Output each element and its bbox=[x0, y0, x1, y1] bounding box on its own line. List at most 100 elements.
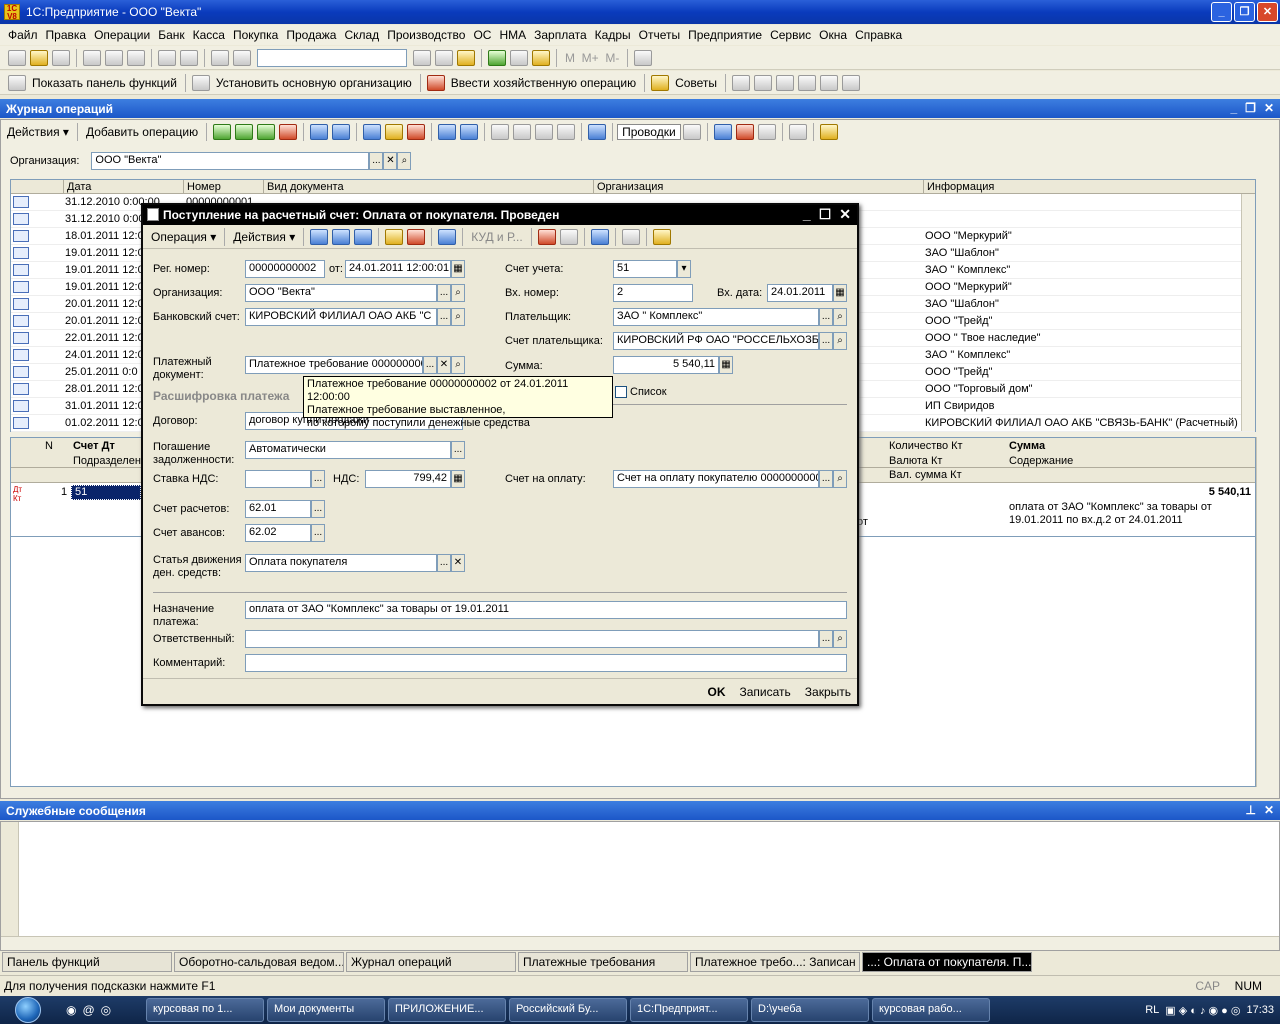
menu-item-6[interactable]: Продажа bbox=[282, 28, 340, 42]
cashflow-clear-icon[interactable]: ✕ bbox=[451, 554, 465, 572]
print-doc-icon-2[interactable] bbox=[559, 228, 578, 245]
settings-icon[interactable] bbox=[634, 49, 653, 66]
org-filter-input[interactable]: ООО "Векта" bbox=[91, 152, 370, 170]
menu-item-1[interactable]: Правка bbox=[42, 28, 91, 42]
print-icon[interactable] bbox=[158, 49, 176, 66]
journal-actions-menu[interactable]: Действия ▾ bbox=[3, 125, 73, 139]
clock[interactable]: 17:33 bbox=[1246, 1004, 1274, 1016]
taskbar-item[interactable]: D:\учеба bbox=[751, 998, 869, 1022]
menu-item-16[interactable]: Окна bbox=[815, 28, 851, 42]
undo-icon[interactable] bbox=[211, 49, 229, 66]
close-button[interactable]: ✕ bbox=[1257, 2, 1278, 22]
memory-buttons[interactable]: M M+ M- bbox=[565, 51, 619, 65]
clear-icon[interactable]: ✕ bbox=[383, 152, 398, 170]
save-icon[interactable] bbox=[52, 49, 70, 66]
post-icon[interactable] bbox=[385, 124, 404, 140]
debt-payoff-field[interactable]: Автоматически bbox=[245, 441, 451, 459]
quicklaunch-icon-1[interactable]: ◉ bbox=[66, 1003, 76, 1017]
preview-icon[interactable] bbox=[180, 49, 198, 66]
payment-doc-clear-icon[interactable]: ✕ bbox=[437, 356, 451, 374]
close-dialog-button[interactable]: Закрыть bbox=[805, 685, 851, 699]
operation-menu[interactable]: Операция ▾ bbox=[147, 230, 220, 244]
dt-kt-icon[interactable] bbox=[735, 124, 754, 140]
tips-button[interactable]: Советы bbox=[675, 76, 717, 90]
col-date[interactable]: Дата bbox=[63, 180, 183, 194]
menu-item-15[interactable]: Сервис bbox=[766, 28, 815, 42]
col-doctype[interactable]: Вид документа bbox=[263, 180, 593, 194]
responsible-search-icon[interactable]: ⌕ bbox=[833, 630, 847, 648]
filter-icon[interactable] bbox=[491, 124, 510, 140]
invoice-select-button[interactable]: ... bbox=[819, 470, 833, 488]
start-button[interactable] bbox=[0, 996, 56, 1024]
menu-item-10[interactable]: НМА bbox=[495, 28, 530, 42]
org-search-icon[interactable]: ⌕ bbox=[451, 284, 465, 302]
columns-doc-icon[interactable] bbox=[621, 228, 640, 245]
columns-icon[interactable] bbox=[788, 124, 807, 140]
sum-icon[interactable] bbox=[682, 124, 701, 140]
settlement-account-field[interactable]: 62.01 bbox=[245, 500, 311, 518]
menu-item-8[interactable]: Производство bbox=[383, 28, 469, 42]
menu-item-11[interactable]: Зарплата bbox=[530, 28, 591, 42]
menu-item-12[interactable]: Кадры bbox=[591, 28, 635, 42]
taskbar-item[interactable]: курсовая рабо... bbox=[872, 998, 990, 1022]
bank-search-icon[interactable]: ⌕ bbox=[451, 308, 465, 326]
sum-calculator-icon[interactable]: ▦ bbox=[719, 356, 733, 374]
invoice-field[interactable]: Счет на оплату покупателю 00000000002 bbox=[613, 470, 819, 488]
payer-account-select-button[interactable]: ... bbox=[819, 332, 833, 350]
org-select-button[interactable]: ... bbox=[437, 284, 451, 302]
taskbar-item[interactable]: ПРИЛОЖЕНИЕ... bbox=[388, 998, 506, 1022]
cut-icon[interactable] bbox=[83, 49, 101, 66]
interval-icon[interactable] bbox=[310, 124, 329, 140]
report-icon-6[interactable] bbox=[842, 74, 861, 91]
report-icon-5[interactable] bbox=[820, 74, 839, 91]
ok-button[interactable]: OK bbox=[708, 685, 726, 699]
responsible-field[interactable] bbox=[245, 630, 819, 648]
vat-field[interactable]: 799,42 bbox=[365, 470, 451, 488]
cashflow-item-field[interactable]: Оплата покупателя bbox=[245, 554, 437, 572]
print-doc-icon[interactable] bbox=[757, 124, 776, 140]
window-tab[interactable]: ...: Оплата от покупателя. П... bbox=[862, 952, 1032, 972]
paste-icon[interactable] bbox=[127, 49, 145, 66]
structure-icon[interactable] bbox=[438, 124, 457, 140]
window-tab[interactable]: Журнал операций bbox=[346, 952, 516, 972]
payer-select-button[interactable]: ... bbox=[819, 308, 833, 326]
unpost-icon[interactable] bbox=[407, 124, 426, 140]
go-back-icon-2[interactable] bbox=[310, 228, 329, 245]
show-functions-panel-button[interactable]: Показать панель функций bbox=[32, 76, 177, 90]
help-icon[interactable] bbox=[819, 124, 838, 140]
menu-item-0[interactable]: Файл bbox=[4, 28, 42, 42]
restore-icon[interactable]: ❐ bbox=[1245, 101, 1256, 115]
date-field[interactable]: 24.01.2011 12:00:01 bbox=[345, 260, 451, 278]
dialog-help-icon[interactable] bbox=[652, 228, 671, 245]
advance-account-field[interactable]: 62.02 bbox=[245, 524, 311, 542]
comment-field[interactable] bbox=[245, 654, 847, 672]
payer-search-icon[interactable]: ⌕ bbox=[833, 308, 847, 326]
copy-row-icon[interactable] bbox=[235, 124, 254, 140]
payer-field[interactable]: ЗАО " Комплекс" bbox=[613, 308, 819, 326]
new-icon[interactable] bbox=[8, 49, 26, 66]
calendar-icon[interactable] bbox=[510, 49, 528, 66]
messages-close-icon[interactable]: ✕ bbox=[1264, 803, 1274, 817]
delete-icon[interactable] bbox=[279, 124, 298, 140]
copy-doc-icon[interactable] bbox=[354, 228, 373, 245]
messages-hscrollbar[interactable] bbox=[1, 936, 1279, 950]
taskbar-item[interactable]: Мои документы bbox=[267, 998, 385, 1022]
responsible-select-button[interactable]: ... bbox=[819, 630, 833, 648]
pin-icon[interactable]: ⊥ bbox=[1245, 803, 1255, 817]
journal-scrollbar[interactable] bbox=[1241, 194, 1255, 431]
purpose-field[interactable]: оплата от ЗАО "Комплекс" за товары от 19… bbox=[245, 601, 847, 619]
find-next-icon[interactable] bbox=[435, 49, 453, 66]
menu-item-7[interactable]: Склад bbox=[340, 28, 383, 42]
clear-filter-icon[interactable] bbox=[557, 124, 576, 140]
select-button[interactable]: ... bbox=[369, 152, 384, 170]
refresh-icon[interactable] bbox=[713, 124, 732, 140]
account-dropdown-icon[interactable]: ▾ bbox=[677, 260, 691, 278]
incoming-date-field[interactable]: 24.01.2011 bbox=[767, 284, 833, 302]
payer-account-field[interactable]: КИРОВСКИЙ РФ ОАО "РОССЕЛЬХОЗБ bbox=[613, 332, 819, 350]
taskbar-item[interactable]: Российский Бу... bbox=[509, 998, 627, 1022]
list-checkbox[interactable] bbox=[615, 386, 627, 398]
incoming-number-field[interactable]: 2 bbox=[613, 284, 693, 302]
debt-payoff-select-button[interactable]: ... bbox=[451, 441, 465, 459]
reread-icon[interactable] bbox=[332, 228, 351, 245]
unpost-doc-icon[interactable] bbox=[407, 228, 426, 245]
